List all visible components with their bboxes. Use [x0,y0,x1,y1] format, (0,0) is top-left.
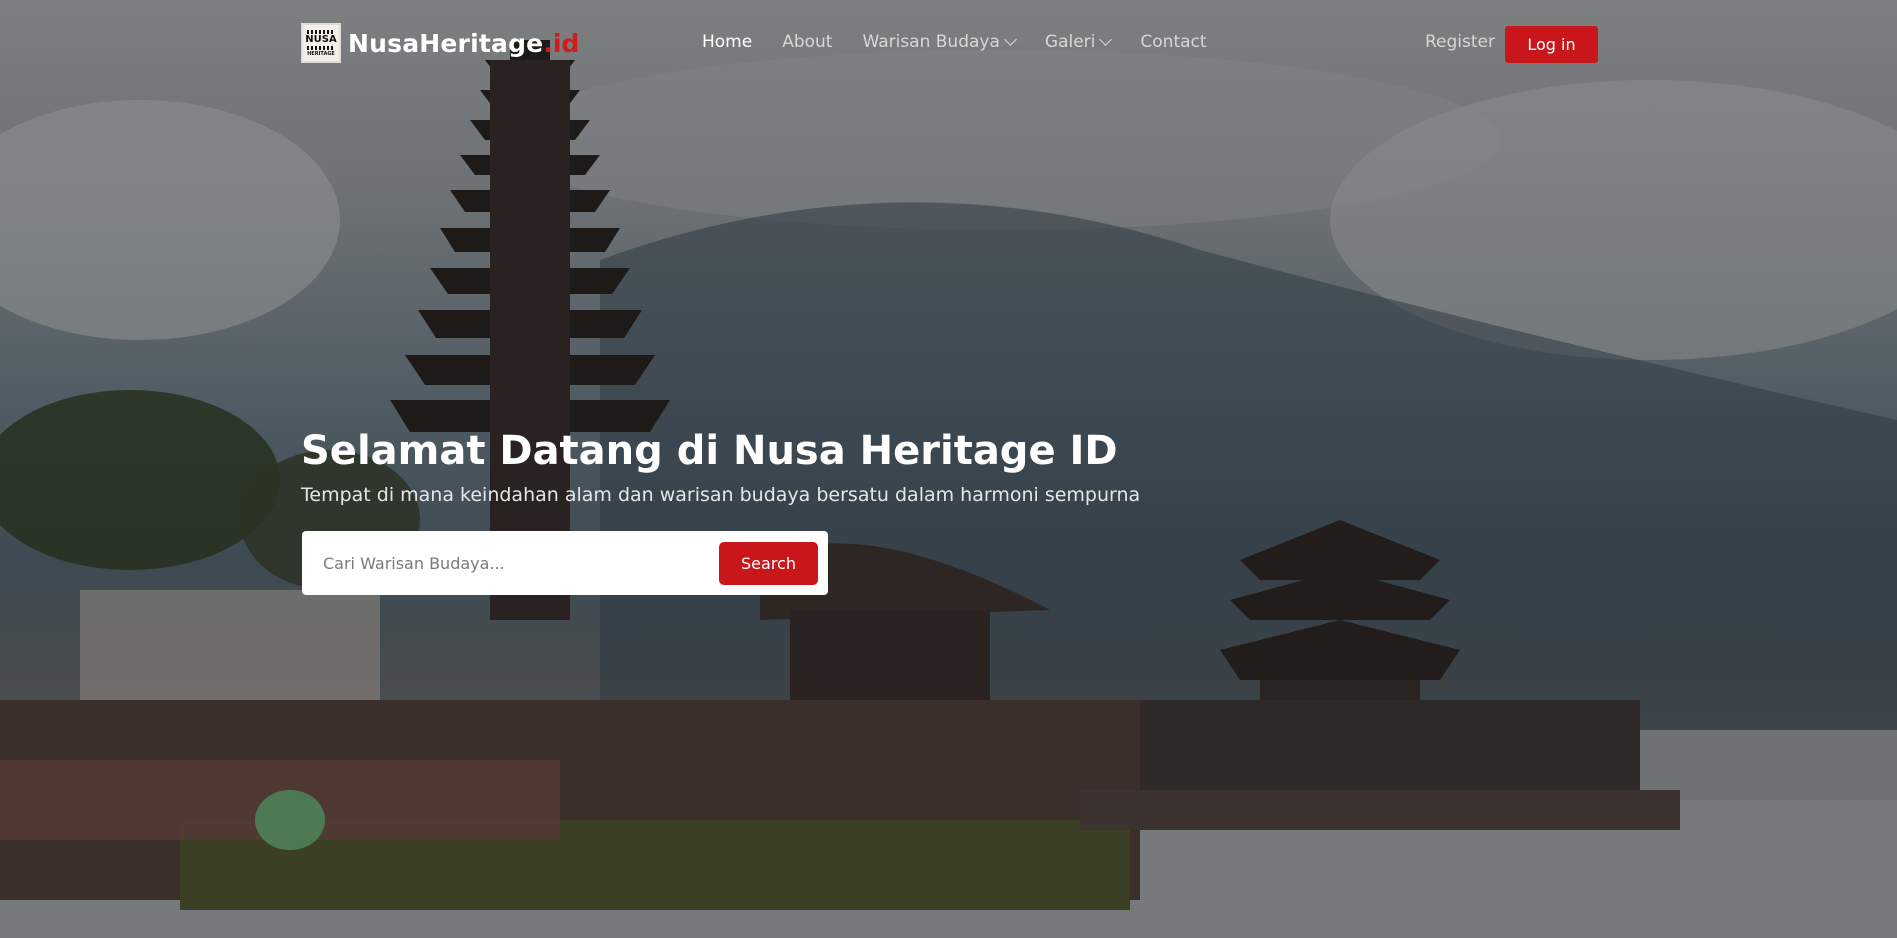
register-link[interactable]: Register [1425,32,1495,52]
nav-home[interactable]: Home [702,32,752,52]
nav-about-label: About [782,32,833,52]
brand-name: NusaHeritage [348,28,544,58]
nav-contact[interactable]: Contact [1140,32,1206,52]
search-button[interactable]: Search [719,541,818,585]
brand-logo-text: NUSA [305,34,337,45]
nav-warisan-budaya-label: Warisan Budaya [862,32,1000,52]
brand-logo: NUSA HERITAGE [301,23,341,63]
search-input[interactable] [323,553,719,573]
login-button[interactable]: Log in [1505,26,1598,63]
nav-galeri-label: Galeri [1044,32,1096,52]
nav-home-label: Home [702,32,753,52]
brand-tld: .id [543,28,580,58]
navbar: NUSA HERITAGE NusaHeritage .id Home Abou… [0,0,1897,88]
nav-about[interactable]: About [782,32,832,52]
brand[interactable]: NUSA HERITAGE NusaHeritage .id [301,23,579,63]
nav-links: Home About Warisan Budaya Galeri Contact [702,32,1237,52]
hero-title: Selamat Datang di Nusa Heritage ID [301,428,1118,474]
chevron-down-icon [1099,33,1113,46]
hero-subtitle: Tempat di mana keindahan alam dan warisa… [301,484,1141,506]
search-box: Search [302,531,828,595]
nav-contact-label: Contact [1140,32,1207,52]
nav-warisan-budaya[interactable]: Warisan Budaya [862,32,1017,52]
chevron-down-icon [1004,33,1017,46]
brand-logo-subtext: HERITAGE [307,51,335,57]
nav-galeri[interactable]: Galeri [1044,32,1113,52]
